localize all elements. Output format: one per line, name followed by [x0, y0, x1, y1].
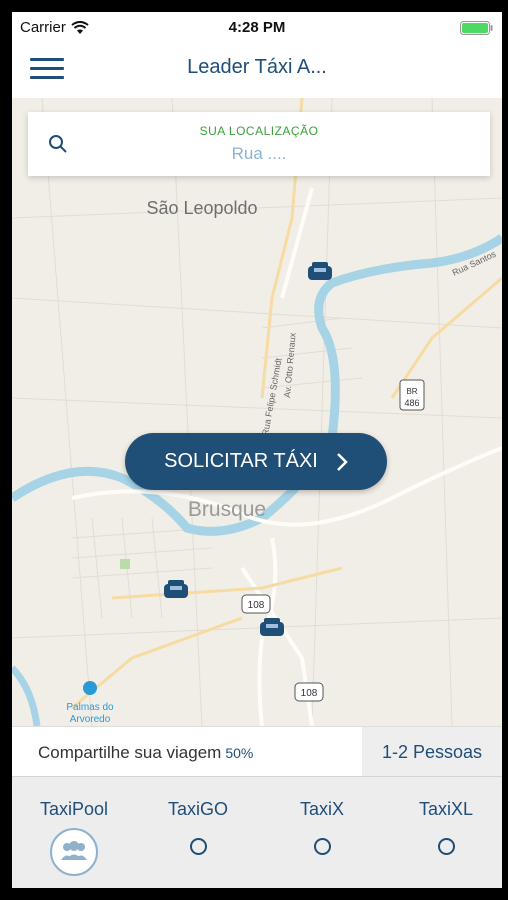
location-value[interactable]: Rua .... — [28, 144, 490, 164]
option-taxipool-label: TaxiPool — [39, 799, 109, 819]
option-taxix-label: TaxiX — [299, 799, 344, 819]
map-canvas: BR 486 108 108 São Leopoldo Brusque Rua … — [12, 98, 502, 726]
label-sao-leopoldo: São Leopoldo — [146, 198, 257, 218]
status-bar: Carrier 4:28 PM — [12, 12, 502, 42]
road-shield-br486: BR 486 — [399, 379, 425, 411]
svg-text:486: 486 — [404, 398, 419, 408]
radio-taxixl[interactable] — [437, 838, 455, 855]
service-options: TaxiPool TaxiGO TaxiX TaxiXL — [12, 776, 502, 888]
map-view[interactable]: BR 486 108 108 São Leopoldo Brusque Rua … — [12, 98, 502, 726]
label-brusque: Brusque — [188, 498, 266, 521]
share-discount: 50% — [225, 745, 254, 761]
phone-screen: Carrier 4:28 PM Leader Táxi A... BR 486 … — [12, 12, 502, 888]
page-title: Leader Táxi A... — [187, 56, 327, 78]
option-taxixl-label: TaxiXL — [418, 799, 474, 819]
request-taxi-label: SOLICITAR TÁXI — [164, 450, 318, 472]
option-taxigo-label: TaxiGO — [167, 799, 228, 819]
option-taxixl[interactable]: TaxiXL — [386, 799, 502, 855]
location-label: SUA LOCALIZAÇÃO — [199, 124, 319, 138]
status-time: 4:28 PM — [228, 19, 286, 36]
option-taxipool[interactable]: TaxiPool — [14, 799, 134, 876]
label-palmas: Palmas do — [66, 702, 114, 713]
share-ride-bar: Compartilhe sua viagem 50% 1-2 Pessoas — [12, 726, 502, 777]
location-search[interactable]: SUA LOCALIZAÇÃO Rua .... — [28, 112, 490, 176]
share-ride-label: Compartilhe sua viagem — [38, 743, 222, 762]
chevron-right-icon — [336, 452, 348, 471]
label-arvoredo: Arvoredo — [70, 714, 111, 725]
option-taxigo[interactable]: TaxiGO — [138, 799, 258, 855]
request-taxi-button[interactable]: SOLICITAR TÁXI — [125, 433, 387, 490]
radio-taxix[interactable] — [313, 838, 331, 855]
radio-taxigo[interactable] — [189, 838, 207, 855]
road-shield-108-b: 108 — [294, 682, 324, 702]
battery-icon — [460, 21, 493, 35]
svg-text:BR: BR — [406, 387, 417, 396]
park-icon — [83, 681, 97, 695]
svg-text:108: 108 — [248, 600, 265, 611]
svg-text:108: 108 — [301, 688, 318, 699]
passenger-count-button[interactable]: 1-2 Pessoas — [362, 727, 502, 777]
option-taxix[interactable]: TaxiX — [262, 799, 382, 855]
navigation-bar: Leader Táxi A... — [12, 42, 502, 99]
share-ride-text: Compartilhe sua viagem 50% — [38, 743, 253, 763]
group-icon — [50, 828, 98, 876]
road-shield-108-a: 108 — [241, 594, 271, 614]
